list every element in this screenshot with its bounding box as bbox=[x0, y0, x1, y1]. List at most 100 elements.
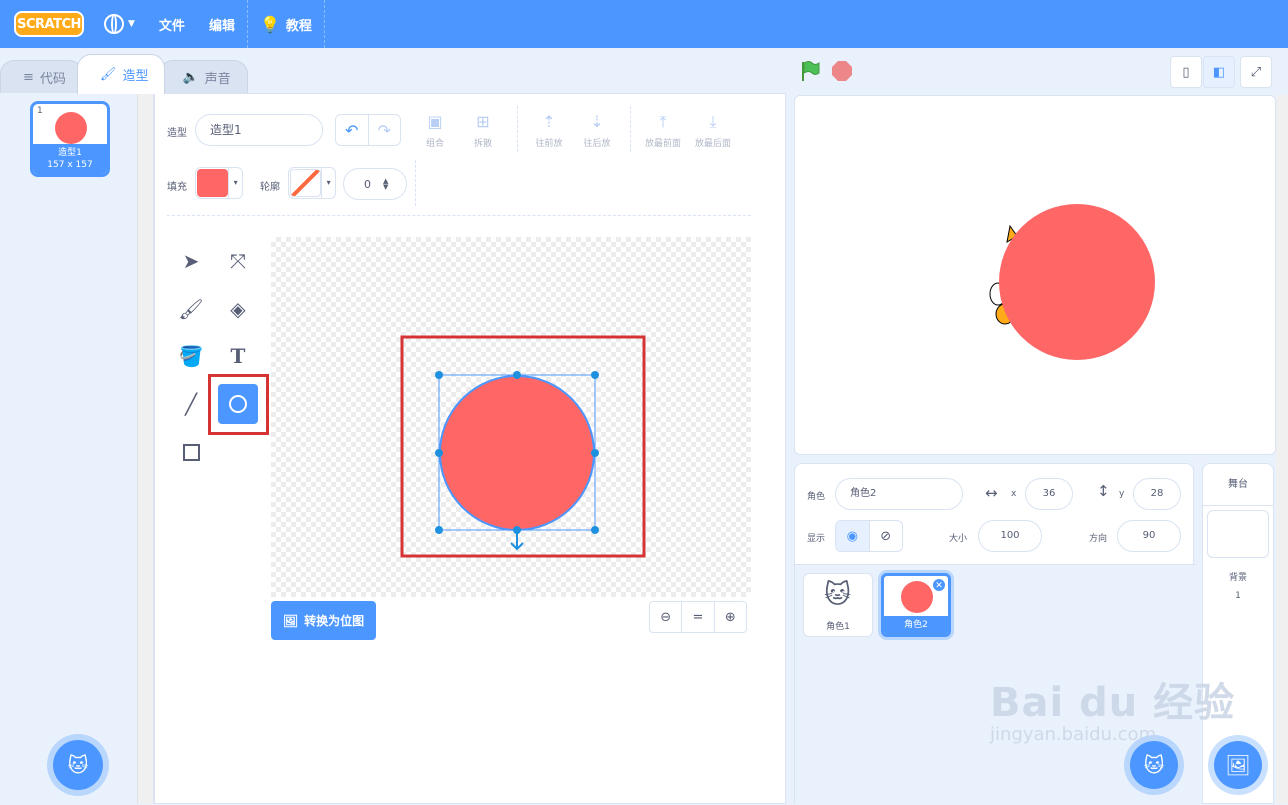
outline-width-stepper[interactable]: 0 ▲ ▼ bbox=[343, 168, 407, 200]
small-stage-button[interactable]: ▯ bbox=[1170, 56, 1202, 88]
costume-list-scrollbar[interactable] bbox=[137, 93, 153, 804]
y-label: y bbox=[1119, 489, 1125, 499]
redo-button[interactable]: ↷ bbox=[367, 115, 401, 145]
circle-shape[interactable] bbox=[439, 375, 595, 531]
zoom-out-button[interactable]: ⊖ bbox=[650, 602, 681, 632]
costume-name-label: 造型 bbox=[167, 128, 187, 139]
rotation-handle-icon[interactable] bbox=[510, 533, 524, 551]
outline-swatch-none-icon bbox=[290, 169, 322, 197]
arrow-up-icon: ⇡ bbox=[542, 112, 556, 131]
globe-icon bbox=[104, 14, 124, 34]
costume-item-size: 157 x 157 bbox=[47, 160, 93, 170]
group-label: 组合 bbox=[425, 139, 444, 149]
convert-to-bitmap-label: 转换为位图 bbox=[304, 614, 365, 628]
chevron-down-icon: ▾ bbox=[321, 168, 335, 198]
backward-button[interactable]: ⇣ 往后放 bbox=[575, 112, 619, 149]
backward-label: 往后放 bbox=[583, 139, 611, 149]
size-value: 100 bbox=[1000, 530, 1020, 541]
y-value: 28 bbox=[1150, 488, 1164, 499]
undo-button[interactable]: ↶ bbox=[336, 115, 368, 145]
redo-icon: ↷ bbox=[377, 120, 391, 140]
sprite-item[interactable]: 🐱 角色1 bbox=[803, 573, 873, 637]
tutorials-label: 教程 bbox=[285, 18, 312, 34]
costume-list: 1 造型1 157 x 157 🐱 bbox=[0, 93, 154, 804]
small-stage-icon: ▯ bbox=[1182, 64, 1190, 80]
speaker-icon: 🔈 bbox=[182, 70, 199, 85]
outline-color-picker[interactable]: ▾ bbox=[288, 167, 336, 199]
direction-label: 方向 bbox=[1089, 534, 1108, 544]
zoom-in-button[interactable]: ⊕ bbox=[713, 602, 746, 632]
fill-label: 填充 bbox=[167, 182, 187, 193]
undo-icon: ↶ bbox=[345, 120, 359, 140]
costume-item-name: 造型1 bbox=[58, 148, 82, 158]
brush-tool[interactable]: 🖌 bbox=[171, 289, 211, 329]
y-input[interactable]: 28 bbox=[1133, 478, 1181, 510]
forward-button[interactable]: ⇡ 往前放 bbox=[527, 112, 571, 149]
show-button[interactable]: ◉ bbox=[836, 521, 869, 551]
choose-backdrop-button[interactable]: 🖼 bbox=[1214, 741, 1262, 789]
costume-thumbnail bbox=[55, 112, 87, 144]
stage-thumbnail bbox=[1207, 510, 1269, 558]
stop-icon[interactable] bbox=[832, 61, 852, 81]
convert-to-bitmap-button[interactable]: 🖼 转换为位图 bbox=[271, 601, 376, 640]
chevron-down-icon: ▾ bbox=[228, 168, 242, 198]
show-label: 显示 bbox=[807, 534, 826, 544]
ungroup-label: 拆散 bbox=[473, 139, 492, 149]
tab-sounds[interactable]: 🔈 声音 bbox=[159, 60, 248, 94]
backdrops-count: 1 bbox=[1235, 591, 1241, 601]
toolbar-divider bbox=[517, 106, 518, 152]
size-input[interactable]: 100 bbox=[978, 520, 1042, 552]
menu-divider bbox=[323, 0, 325, 48]
select-tool[interactable]: ➤ bbox=[171, 241, 211, 281]
front-label: 放最前面 bbox=[644, 139, 681, 149]
tab-costumes[interactable]: 🖌 造型 bbox=[76, 54, 166, 94]
ungroup-button[interactable]: ⊞ 拆散 bbox=[461, 112, 505, 149]
arrow-bottom-icon: ⤓ bbox=[709, 112, 717, 131]
tab-sounds-label: 声音 bbox=[204, 72, 231, 87]
stage-render bbox=[989, 204, 1155, 360]
hide-button[interactable]: ⊘ bbox=[868, 521, 903, 551]
x-input[interactable]: 36 bbox=[1025, 478, 1073, 510]
group-button[interactable]: ▣ 组合 bbox=[413, 112, 457, 149]
stepper-arrows-icon: ▲ ▼ bbox=[383, 177, 389, 191]
stage[interactable] bbox=[794, 95, 1276, 455]
choose-costume-button[interactable]: 🐱 bbox=[53, 740, 103, 790]
front-button[interactable]: ⤒ 放最前面 bbox=[641, 112, 685, 149]
back-button[interactable]: ⤓ 放最后面 bbox=[691, 112, 735, 149]
fill-color-picker[interactable]: ▾ bbox=[195, 167, 243, 199]
stage-selector-title: 舞台 bbox=[1203, 464, 1273, 506]
language-menu[interactable]: ▼ bbox=[92, 0, 147, 48]
text-tool[interactable]: T bbox=[218, 336, 258, 376]
group-icon: ▣ bbox=[427, 112, 443, 131]
tutorials-menu[interactable]: 💡 教程 bbox=[248, 0, 324, 48]
sprite-item[interactable]: ✕ 角色2 bbox=[881, 573, 951, 637]
sprite-thumbnail bbox=[901, 581, 933, 613]
costume-item[interactable]: 1 造型1 157 x 157 bbox=[30, 101, 110, 177]
zoom-reset-button[interactable]: = bbox=[681, 602, 713, 632]
scratch-logo[interactable]: SCRATCH bbox=[14, 11, 84, 37]
eye-slash-icon: ⊘ bbox=[880, 528, 892, 544]
direction-input[interactable]: 90 bbox=[1117, 520, 1181, 552]
green-flag-icon[interactable] bbox=[799, 60, 821, 82]
tab-code[interactable]: ≡ 代码 bbox=[0, 60, 83, 94]
line-tool[interactable]: ╱ bbox=[171, 384, 211, 424]
costume-name-input[interactable]: 造型1 bbox=[195, 114, 323, 146]
undo-redo-group: ↶ ↷ bbox=[335, 114, 401, 146]
cat-icon: 🐱 bbox=[67, 753, 89, 777]
fill-tool[interactable]: 🪣 bbox=[171, 336, 211, 376]
sprite-name-input[interactable]: 角色2 bbox=[835, 478, 963, 510]
rectangle-tool[interactable] bbox=[171, 432, 211, 472]
reshape-tool[interactable]: ⤧ bbox=[218, 241, 258, 281]
file-menu[interactable]: 文件 bbox=[147, 0, 197, 48]
page-scrollbar[interactable] bbox=[1276, 95, 1288, 804]
direction-value: 90 bbox=[1142, 530, 1156, 541]
normal-stage-button[interactable]: ◧ bbox=[1203, 56, 1235, 88]
delete-sprite-button[interactable]: ✕ bbox=[932, 578, 946, 592]
zoom-in-icon: ⊕ bbox=[724, 609, 736, 625]
eraser-tool[interactable]: ◈ bbox=[218, 289, 258, 329]
choose-sprite-button[interactable]: 🐱 bbox=[1130, 741, 1178, 789]
costume-number: 1 bbox=[37, 106, 43, 116]
fullscreen-button[interactable]: ⤢ bbox=[1240, 56, 1272, 88]
edit-menu[interactable]: 编辑 bbox=[197, 0, 247, 48]
paint-canvas[interactable] bbox=[271, 237, 751, 597]
